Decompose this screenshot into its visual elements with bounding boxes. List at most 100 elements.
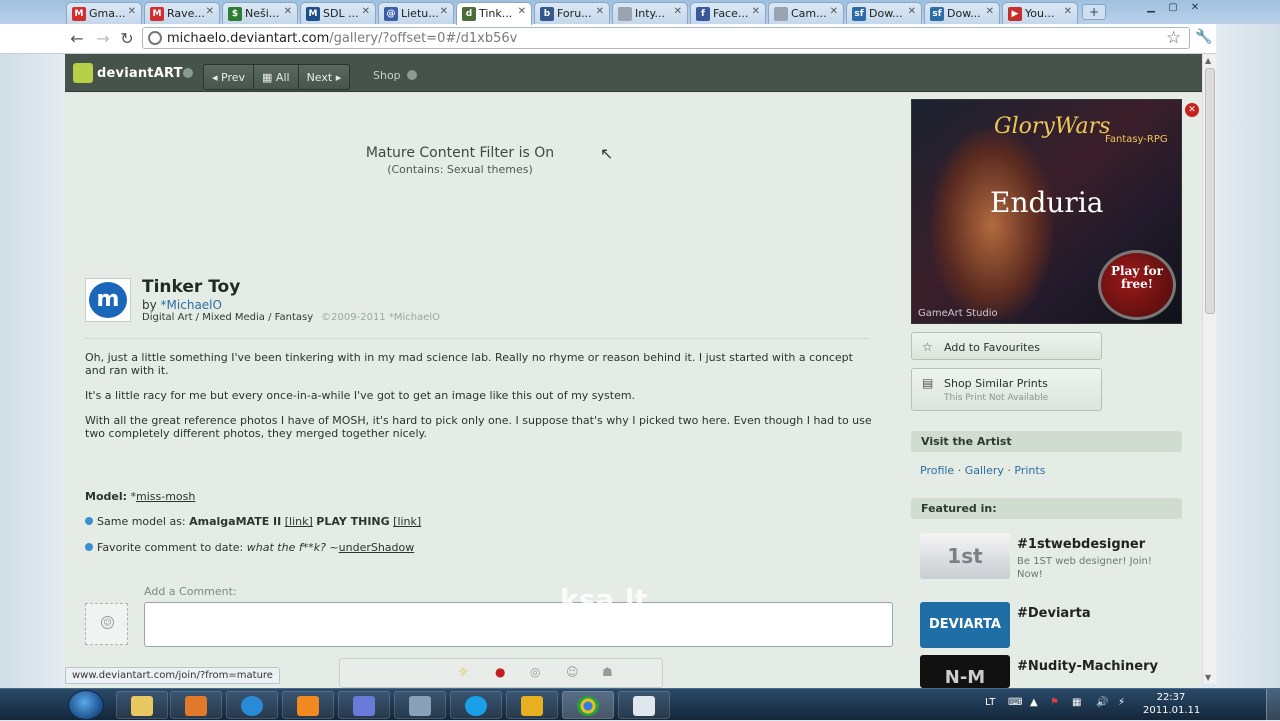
new-tab-button[interactable]: + — [1082, 4, 1106, 20]
deviantart-logo-icon[interactable] — [73, 63, 93, 83]
browser-tab[interactable]: f Face... ✕ — [690, 2, 766, 24]
browser-tab[interactable]: Inty... ✕ — [612, 2, 688, 24]
model-link[interactable]: miss-mosh — [136, 490, 195, 503]
artist-avatar[interactable]: m — [85, 278, 131, 322]
browser-tab[interactable]: sf Dow... ✕ — [924, 2, 1000, 24]
network-taskbar-button[interactable] — [394, 691, 446, 719]
browser-tab[interactable]: d Tink... ✕ — [456, 2, 532, 25]
category-path[interactable]: Digital Art / Mixed Media / Fantasy — [142, 312, 313, 323]
lightbulb-icon[interactable]: ☼ — [458, 665, 469, 679]
scrollbar-thumb[interactable] — [1205, 68, 1215, 314]
gallery-link[interactable]: Gallery — [965, 464, 1004, 477]
language-indicator[interactable]: LT — [985, 697, 995, 708]
circle-icon[interactable]: ◎ — [530, 665, 540, 679]
deviantart-brand[interactable]: deviantART — [97, 66, 183, 81]
minimize-button[interactable]: ▁ — [1140, 0, 1162, 16]
maximize-button[interactable]: ▢ — [1162, 0, 1184, 16]
dollar-icon: $ — [228, 7, 242, 21]
close-tab-icon[interactable]: ✕ — [284, 6, 292, 17]
browser-tab[interactable]: $ Neši... ✕ — [222, 2, 298, 24]
close-tab-icon[interactable]: ✕ — [206, 6, 214, 17]
close-tab-icon[interactable]: ✕ — [596, 6, 604, 17]
close-window-button[interactable]: ✕ — [1184, 0, 1206, 16]
action-center-icon[interactable]: ⚑ — [1050, 697, 1059, 708]
reload-icon[interactable]: ↻ — [116, 29, 138, 49]
close-tab-icon[interactable]: ✕ — [674, 6, 682, 17]
prev-button[interactable]: ◂ Prev — [204, 65, 255, 89]
back-icon[interactable]: ← — [66, 29, 88, 49]
related-link-a[interactable]: [link] — [285, 515, 313, 528]
group-name[interactable]: #1stwebdesigner — [1017, 537, 1145, 552]
close-tab-icon[interactable]: ✕ — [830, 6, 838, 17]
related-link-b[interactable]: [link] — [393, 515, 421, 528]
clock-date: 2011.01.11 — [1143, 705, 1201, 716]
advertisement-banner[interactable]: GloryWars Fantasy-RPG Enduria Play for f… — [911, 99, 1182, 324]
explorer-taskbar-button[interactable] — [116, 691, 168, 719]
artist-link[interactable]: *MichaelO — [161, 298, 222, 312]
profile-link[interactable]: Profile — [920, 464, 954, 477]
browser-tab[interactable]: sf Dow... ✕ — [846, 2, 922, 24]
scroll-up-icon[interactable]: ▲ — [1205, 56, 1211, 65]
smile-icon[interactable]: ☺ — [566, 665, 579, 679]
skype-taskbar-button[interactable] — [450, 691, 502, 719]
app-taskbar-button[interactable] — [338, 691, 390, 719]
emoticon-picker[interactable]: ☺ — [85, 603, 128, 645]
close-tab-icon[interactable]: ✕ — [440, 6, 448, 17]
outlook-taskbar-button[interactable] — [506, 691, 558, 719]
volume-icon[interactable]: 🔊 — [1096, 697, 1108, 708]
close-ad-icon[interactable]: ✕ — [1185, 103, 1199, 117]
browser-tab[interactable]: b Foru... ✕ — [534, 2, 610, 24]
browser-tab[interactable]: Cam... ✕ — [768, 2, 844, 24]
prints-link[interactable]: Prints — [1014, 464, 1045, 477]
scroll-down-icon[interactable]: ▼ — [1205, 673, 1211, 682]
all-button[interactable]: ▦ All — [254, 65, 299, 89]
next-button[interactable]: Next ▸ — [299, 65, 350, 89]
group-icon[interactable]: ☗ — [602, 665, 613, 679]
featured-group[interactable]: DEVIARTA #Deviarta — [920, 602, 1180, 654]
group-name[interactable]: #Deviarta — [1017, 606, 1091, 621]
close-tab-icon[interactable]: ✕ — [1064, 6, 1072, 17]
close-tab-icon[interactable]: ✕ — [362, 6, 370, 17]
address-bar[interactable]: michaelo.deviantart.com/gallery/?offset=… — [142, 27, 1190, 49]
menu-dropdown-icon[interactable] — [183, 68, 193, 78]
browser-tab[interactable]: M Rave... ✕ — [144, 2, 220, 24]
forward-icon[interactable]: → — [92, 29, 114, 49]
close-tab-icon[interactable]: ✕ — [986, 6, 994, 17]
start-button[interactable] — [68, 690, 104, 720]
close-tab-icon[interactable]: ✕ — [752, 6, 760, 17]
wrench-icon[interactable]: 🔧 — [1195, 29, 1212, 45]
close-tab-icon[interactable]: ✕ — [518, 6, 526, 17]
show-desktop-button[interactable] — [1266, 689, 1280, 721]
vlc-icon — [297, 696, 319, 716]
comment-input[interactable] — [144, 602, 893, 647]
power-icon[interactable]: ⚡ — [1118, 697, 1125, 708]
browser-tab[interactable]: ▶ You... ✕ — [1002, 2, 1078, 24]
keyboard-icon[interactable]: ⌨ — [1008, 697, 1022, 708]
ad-play-button[interactable]: Play for free! — [1098, 250, 1176, 320]
add-to-favourites-button[interactable]: ☆ Add to Favourites — [911, 332, 1102, 360]
bookmark-star-icon[interactable]: ☆ — [1166, 28, 1181, 48]
window-taskbar-button[interactable] — [618, 691, 670, 719]
system-clock[interactable]: 22:37 2011.01.11 — [1143, 691, 1201, 717]
commenter-link[interactable]: underShadow — [339, 541, 415, 554]
browser-tab[interactable]: M Gma... ✕ — [66, 2, 142, 24]
shop-link[interactable]: Shop — [373, 69, 418, 82]
vertical-scrollbar[interactable]: ▲ ▼ — [1202, 54, 1216, 684]
vlc-taskbar-button[interactable] — [282, 691, 334, 719]
shop-prints-button[interactable]: ▤ Shop Similar Prints This Print Not Ava… — [911, 368, 1102, 411]
add-fav-label: Add to Favourites — [944, 341, 1040, 354]
chrome-taskbar-button[interactable] — [562, 691, 614, 719]
bullet-icon — [85, 543, 93, 551]
group-name[interactable]: #Nudity-Machinery — [1017, 659, 1158, 674]
featured-group[interactable]: 1st #1stwebdesigner Be 1ST web designer!… — [920, 533, 1180, 585]
browser-tab[interactable]: @ Lietu... ✕ — [378, 2, 454, 24]
ladybug-icon[interactable]: ● — [495, 665, 505, 679]
network-tray-icon[interactable]: ▦ — [1072, 697, 1081, 708]
close-tab-icon[interactable]: ✕ — [908, 6, 916, 17]
ie-taskbar-button[interactable] — [226, 691, 278, 719]
network-icon — [409, 696, 431, 716]
tray-expand-icon[interactable]: ▲ — [1030, 697, 1038, 708]
browser-tab[interactable]: M SDL ... ✕ — [300, 2, 376, 24]
close-tab-icon[interactable]: ✕ — [128, 6, 136, 17]
media-player-taskbar-button[interactable] — [170, 691, 222, 719]
